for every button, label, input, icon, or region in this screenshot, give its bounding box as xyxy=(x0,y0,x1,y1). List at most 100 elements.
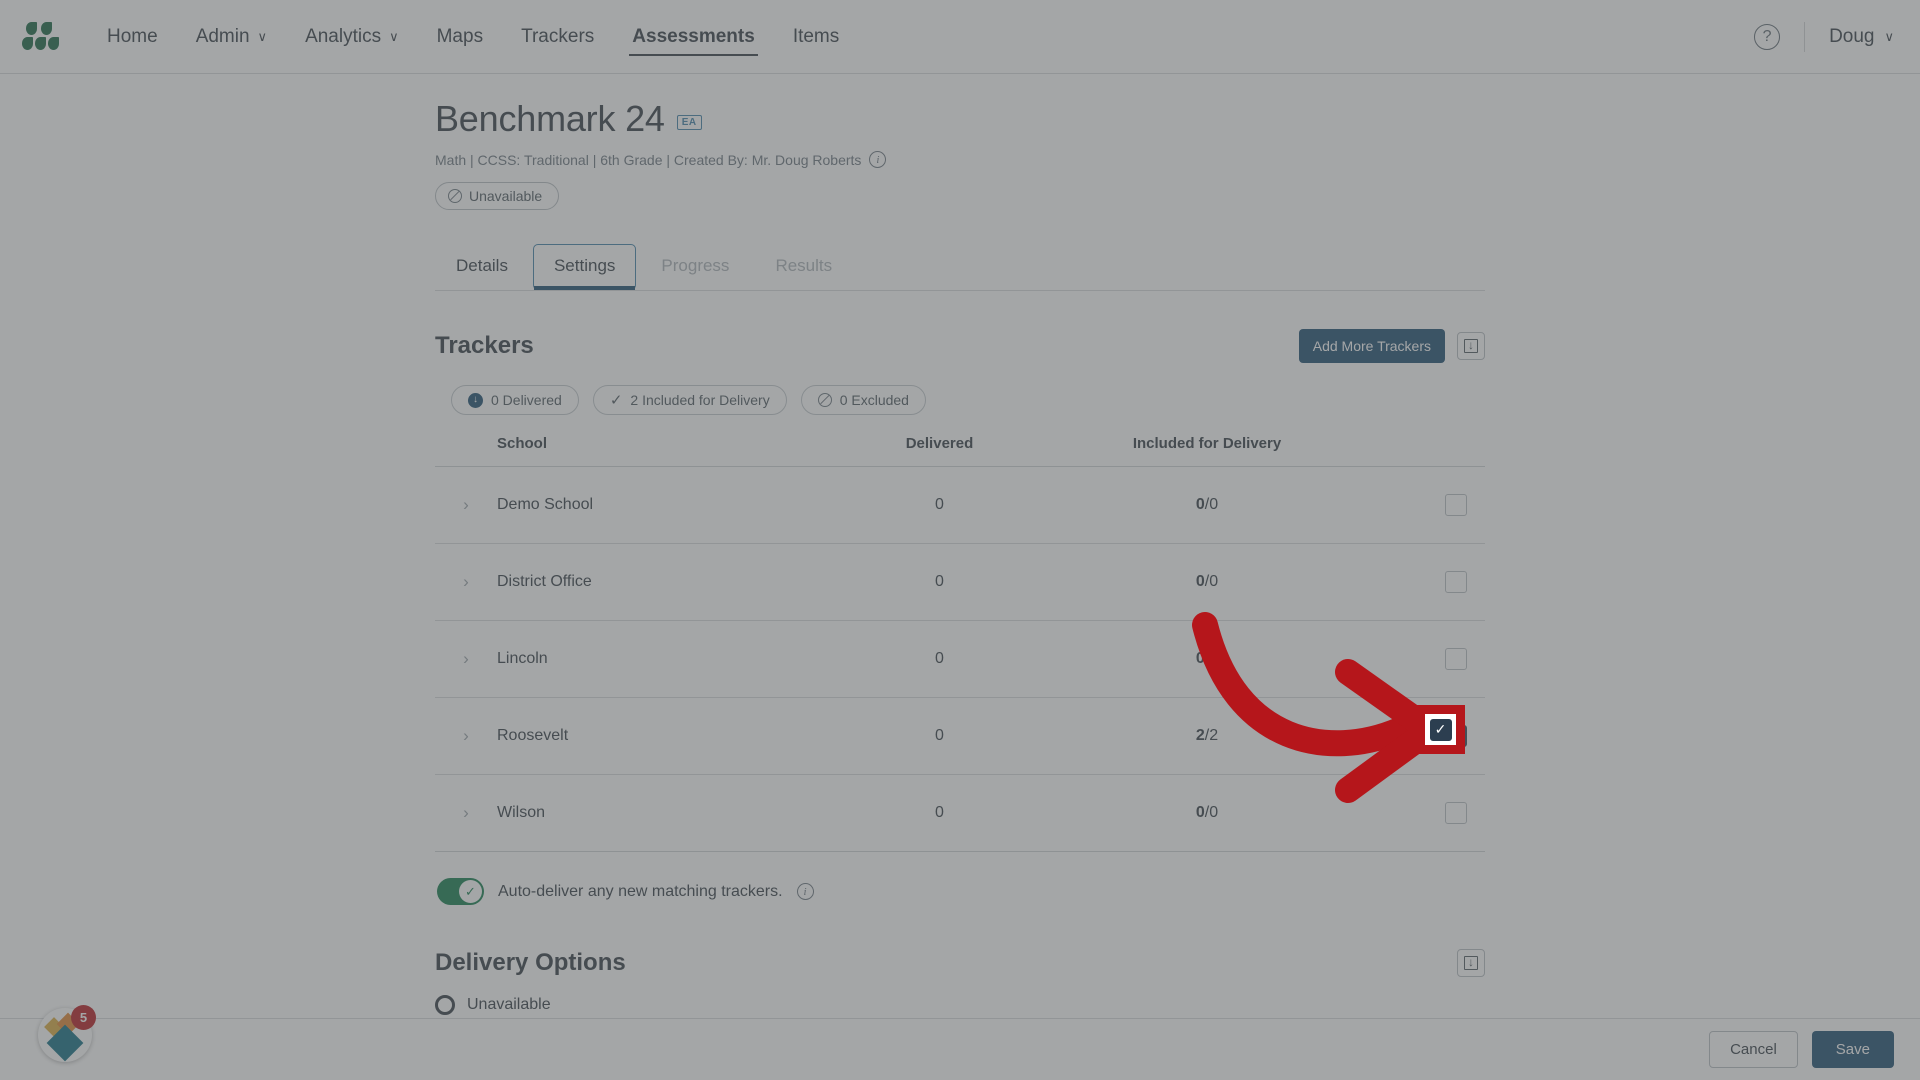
ban-circle-icon xyxy=(817,393,832,407)
row-include-checkbox[interactable] xyxy=(1445,802,1467,824)
column-header-delivered: Delivered xyxy=(905,435,974,452)
trackers-heading: Trackers xyxy=(435,332,534,359)
trackers-actions: Add More Trackers xyxy=(1298,329,1485,363)
collapse-down-icon xyxy=(1464,336,1478,354)
pill-included-for-delivery[interactable]: ✓ 2 Included for Delivery xyxy=(592,385,787,415)
cell-delivered: 0 xyxy=(935,804,944,821)
expand-row-icon[interactable]: › xyxy=(435,803,497,823)
nav-items: Home Admin ∨ Analytics ∨ Maps Trackers A… xyxy=(88,0,858,73)
delivery-collapse-button[interactable] xyxy=(1457,949,1485,977)
pill-delivered[interactable]: ↓ 0 Delivered xyxy=(451,385,579,415)
chevron-down-icon: ∨ xyxy=(389,29,399,44)
highlighted-include-checkbox[interactable]: ✓ xyxy=(1429,718,1452,741)
cell-school: District Office xyxy=(497,573,592,590)
save-button[interactable]: Save xyxy=(1811,1031,1894,1068)
help-glyph: ? xyxy=(1762,27,1772,45)
cell-included-num: 2 xyxy=(1195,727,1205,744)
help-icon[interactable]: ? xyxy=(1754,23,1781,50)
expand-row-icon[interactable]: › xyxy=(435,649,497,669)
page-title-row: Benchmark 24 EA xyxy=(435,98,1485,140)
cell-included-den: /0 xyxy=(1204,573,1219,590)
expand-row-icon[interactable]: › xyxy=(435,726,497,746)
page-title: Benchmark 24 xyxy=(435,98,665,139)
page-content: Benchmark 24 EA Math | CCSS: Traditional… xyxy=(0,74,1920,1080)
chevron-down-icon: ∨ xyxy=(257,29,268,44)
tab-settings[interactable]: Settings xyxy=(532,244,637,290)
table-header-row: School Delivered Included for Delivery xyxy=(435,435,1485,467)
ea-badge: EA xyxy=(676,114,702,130)
app-logo-icon[interactable] xyxy=(22,21,59,52)
row-include-checkbox[interactable] xyxy=(1445,571,1467,593)
cell-included: 0/0 xyxy=(1072,573,1342,591)
tab-details[interactable]: Details xyxy=(435,244,529,290)
cell-delivered: 0 xyxy=(935,573,944,590)
cell-included-num: 0 xyxy=(1195,650,1205,667)
trackers-section-header: Trackers Add More Trackers xyxy=(435,329,1485,363)
app-root: Home Admin ∨ Analytics ∨ Maps Trackers A… xyxy=(0,0,1920,1080)
column-header-included: Included for Delivery xyxy=(1132,435,1282,452)
annotation-highlight-box: ✓ xyxy=(1416,705,1465,754)
nav-item-label: Assessments xyxy=(632,25,755,47)
radio-unavailable-label: Unavailable xyxy=(467,996,551,1013)
nav-item-home[interactable]: Home xyxy=(88,0,177,73)
tab-progress: Progress xyxy=(640,244,750,290)
cell-included-den: /0 xyxy=(1204,650,1219,667)
table-row: › District Office 0 0/0 xyxy=(435,544,1485,621)
auto-deliver-label: Auto-deliver any new matching trackers. xyxy=(498,882,783,900)
delivery-options-header: Delivery Options xyxy=(435,949,1485,977)
cell-included: 0/0 xyxy=(1072,496,1342,514)
cell-school: Demo School xyxy=(497,496,594,513)
info-icon[interactable]: i xyxy=(796,883,814,900)
cell-included-den: /0 xyxy=(1204,496,1219,513)
top-navigation-bar: Home Admin ∨ Analytics ∨ Maps Trackers A… xyxy=(0,0,1920,74)
radio-unavailable[interactable] xyxy=(435,995,455,1015)
expand-row-icon[interactable]: › xyxy=(435,495,497,515)
page-container: Benchmark 24 EA Math | CCSS: Traditional… xyxy=(435,74,1485,1015)
tracker-filter-pills: ↓ 0 Delivered ✓ 2 Included for Delivery … xyxy=(435,385,1485,415)
status-badge: Unavailable xyxy=(435,182,560,210)
check-icon: ✓ xyxy=(609,391,623,409)
add-more-trackers-button[interactable]: Add More Trackers xyxy=(1298,329,1445,363)
pill-label: 0 Delivered xyxy=(491,392,562,408)
row-include-checkbox[interactable] xyxy=(1445,494,1467,516)
info-icon[interactable]: i xyxy=(869,151,887,168)
nav-divider xyxy=(1804,21,1806,52)
status-badge-label: Unavailable xyxy=(469,188,543,204)
pill-excluded[interactable]: 0 Excluded xyxy=(800,385,926,415)
tab-label: Results xyxy=(775,256,833,275)
page-subtitle-text: Math | CCSS: Traditional | 6th Grade | C… xyxy=(435,151,862,168)
nav-item-assessments[interactable]: Assessments xyxy=(613,0,774,73)
notifications-fab[interactable]: 5 xyxy=(38,1005,96,1062)
tab-label: Details xyxy=(456,256,508,275)
cell-school: Wilson xyxy=(497,804,546,821)
auto-deliver-toggle[interactable]: ✓ xyxy=(437,878,484,905)
page-subtitle: Math | CCSS: Traditional | 6th Grade | C… xyxy=(435,151,1485,168)
tab-label: Settings xyxy=(553,256,616,275)
cell-delivered: 0 xyxy=(935,496,944,513)
user-menu-button[interactable]: Doug ∨ xyxy=(1829,26,1894,48)
nav-item-items[interactable]: Items xyxy=(774,0,858,73)
footer-action-bar: Cancel Save xyxy=(0,1018,1920,1080)
cell-school: Lincoln xyxy=(497,650,548,667)
expand-row-icon[interactable]: › xyxy=(435,572,497,592)
cell-included-num: 0 xyxy=(1195,573,1205,590)
cell-included: 0/0 xyxy=(1072,650,1342,668)
cell-delivered: 0 xyxy=(935,727,944,744)
row-include-checkbox[interactable] xyxy=(1445,648,1467,670)
delivery-option-unavailable[interactable]: Unavailable xyxy=(435,995,1485,1015)
cell-delivered: 0 xyxy=(935,650,944,667)
nav-item-trackers[interactable]: Trackers xyxy=(502,0,613,73)
nav-item-label: Items xyxy=(792,25,840,47)
cancel-button[interactable]: Cancel xyxy=(1709,1031,1798,1068)
pill-label: 0 Excluded xyxy=(839,392,909,408)
nav-item-label: Maps xyxy=(436,25,484,47)
nav-item-admin[interactable]: Admin ∨ xyxy=(177,0,286,73)
auto-deliver-row: ✓ Auto-deliver any new matching trackers… xyxy=(435,878,1485,905)
nav-item-analytics[interactable]: Analytics ∨ xyxy=(286,0,418,73)
ban-circle-icon xyxy=(448,189,462,203)
notification-badge: 5 xyxy=(71,1005,96,1030)
nav-item-maps[interactable]: Maps xyxy=(418,0,502,73)
nav-item-label: Trackers xyxy=(521,25,595,47)
trackers-collapse-button[interactable] xyxy=(1457,332,1485,360)
chevron-down-icon: ∨ xyxy=(1884,28,1894,44)
